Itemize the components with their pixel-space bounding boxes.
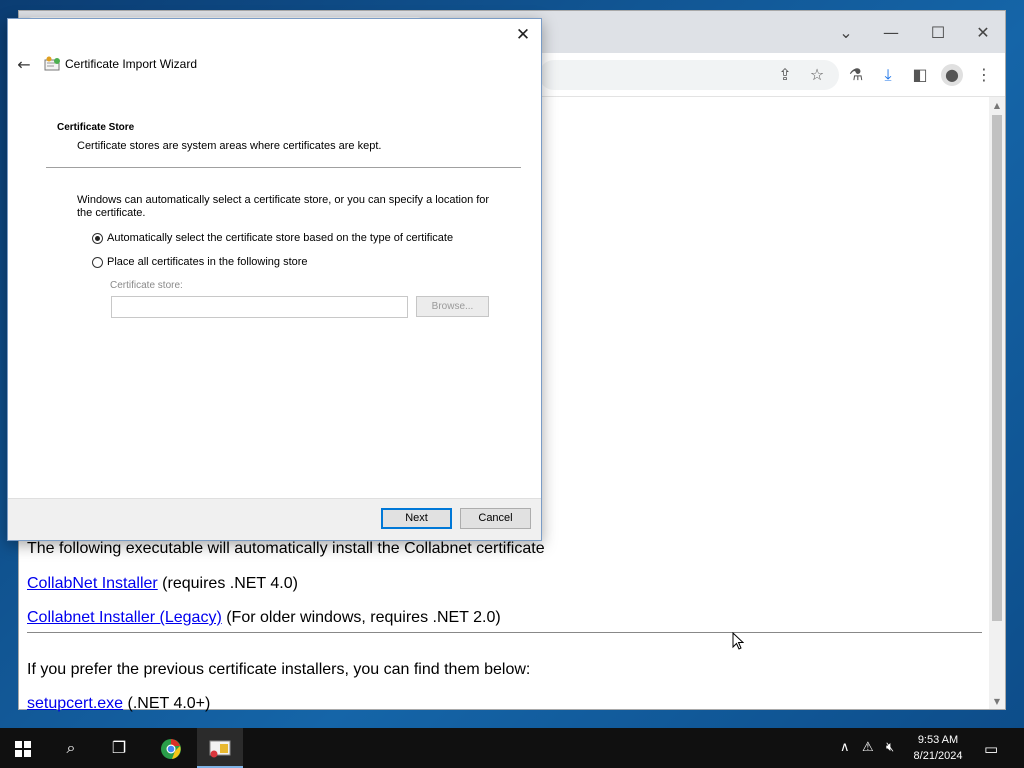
- labs-flask-icon[interactable]: ⚗: [845, 64, 867, 86]
- window-close-icon[interactable]: ✕: [968, 19, 998, 47]
- bookmark-star-icon[interactable]: ☆: [806, 64, 828, 86]
- link-note-2: (For older windows, requires .NET 2.0): [221, 609, 501, 626]
- certificate-icon: [44, 56, 60, 71]
- description-text: Windows can automatically select a certi…: [77, 194, 490, 219]
- side-panel-icon[interactable]: ◧: [909, 64, 931, 86]
- scroll-down-icon[interactable]: ▼: [989, 695, 1005, 709]
- clock[interactable]: 9:53 AM 8/21/2024: [906, 732, 970, 764]
- back-arrow-icon[interactable]: ←: [14, 55, 34, 75]
- network-warning-icon[interactable]: ⚠: [862, 740, 874, 755]
- start-windows-icon[interactable]: [0, 728, 46, 768]
- maximize-icon[interactable]: ☐: [923, 19, 953, 47]
- link-row-1: CollabNet Installer (requires .NET 4.0): [27, 575, 298, 593]
- scroll-thumb[interactable]: [992, 115, 1002, 621]
- tray-chevron-up-icon[interactable]: ∧: [840, 740, 850, 755]
- section-separator: [46, 167, 521, 168]
- clock-date: 8/21/2024: [913, 750, 963, 762]
- tab-search-icon[interactable]: ⌄: [831, 19, 861, 47]
- chrome-app-icon[interactable]: [148, 728, 194, 768]
- collabnet-installer-link[interactable]: CollabNet Installer: [27, 575, 158, 592]
- minimize-icon[interactable]: —: [876, 19, 906, 47]
- dialog-footer: Next Cancel: [8, 498, 541, 540]
- notification-icon[interactable]: ▭: [984, 740, 998, 758]
- volume-muted-icon[interactable]: 🔇︎: [886, 740, 894, 755]
- link-row-3: setupcert.exe (.NET 4.0+): [27, 695, 210, 713]
- clock-time: 9:53 AM: [917, 734, 959, 746]
- browse-button: Browse...: [416, 296, 489, 317]
- collabnet-legacy-link[interactable]: Collabnet Installer (Legacy): [27, 609, 222, 626]
- next-button[interactable]: Next: [381, 508, 452, 529]
- link-note-3: (.NET 4.0+): [123, 695, 211, 712]
- dialog-title: Certificate Import Wizard: [65, 57, 198, 71]
- place-store-radio-row[interactable]: Place all certificates in the following …: [92, 256, 308, 272]
- partial-text: The following executable will automatica…: [27, 540, 545, 557]
- mouse-cursor-icon: [732, 632, 744, 650]
- link-note-1: (requires .NET 4.0): [157, 575, 298, 592]
- certificate-store-label: Certificate store:: [110, 280, 183, 291]
- setupcert-link[interactable]: setupcert.exe: [27, 695, 123, 712]
- scrollbar[interactable]: ▲ ▼: [989, 97, 1005, 709]
- task-view-icon[interactable]: ❐: [96, 728, 142, 768]
- auto-select-radio[interactable]: [92, 232, 103, 244]
- certificate-store-field: [111, 296, 408, 318]
- auto-select-radio-row[interactable]: Automatically select the certificate sto…: [92, 232, 453, 248]
- section-subheading: Certificate stores are system areas wher…: [77, 140, 382, 152]
- place-store-radio[interactable]: [92, 256, 103, 268]
- divider: [27, 632, 982, 633]
- link-row-2: Collabnet Installer (Legacy) (For older …: [27, 609, 501, 627]
- menu-kebab-icon[interactable]: ⋮: [973, 64, 995, 86]
- close-icon[interactable]: ✕: [513, 25, 533, 45]
- taskbar: ⌕ ❐ ∧ ⚠ 🔇︎ 9:53 AM 8/21/2024 ▭: [0, 728, 1024, 768]
- scroll-up-icon[interactable]: ▲: [989, 99, 1005, 113]
- search-icon[interactable]: ⌕: [48, 728, 94, 768]
- section-heading: Certificate Store: [57, 122, 135, 133]
- auto-select-label: Automatically select the certificate sto…: [107, 232, 454, 245]
- cancel-button[interactable]: Cancel: [460, 508, 531, 529]
- prev-installers-text: If you prefer the previous certificate i…: [27, 661, 531, 678]
- certificate-import-dialog: ✕ ← Certificate Import Wizard Certificat…: [7, 18, 542, 541]
- place-store-label: Place all certificates in the following …: [107, 256, 308, 269]
- certificate-app-icon[interactable]: [197, 728, 243, 768]
- profile-avatar-icon[interactable]: ●: [941, 64, 963, 86]
- download-icon[interactable]: ⤓: [877, 64, 899, 86]
- share-icon[interactable]: ⇪: [774, 64, 796, 86]
